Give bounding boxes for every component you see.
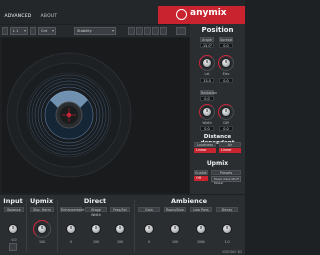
angle-label: Angle xyxy=(200,37,214,42)
edit-tool-icon[interactable] xyxy=(160,27,167,35)
direct-knob-0[interactable] xyxy=(66,224,76,234)
tool-button-2[interactable] xyxy=(136,27,143,35)
diff-label: Diff xyxy=(223,121,229,125)
direct-label-1: Stage Width xyxy=(85,207,107,217)
air-label: Air xyxy=(219,142,241,147)
ambience-knob-1[interactable] xyxy=(170,224,180,234)
width-knob[interactable] xyxy=(202,107,212,117)
radiation-label: Radiation xyxy=(200,90,218,95)
upmix-title: Upmix xyxy=(29,197,54,205)
divider-3 xyxy=(134,200,135,252)
azimuth-value[interactable]: 13.0 xyxy=(200,78,214,83)
upmix-shp-value: 100 xyxy=(38,240,46,244)
brand-logo-icon xyxy=(176,9,187,20)
ambience-knob-2[interactable] xyxy=(196,224,206,234)
panner-rings xyxy=(6,52,132,178)
direct-title: Direct xyxy=(83,197,107,205)
spread-knob[interactable] xyxy=(221,58,231,68)
ambience-label-1: Room/Size xyxy=(164,207,186,212)
direct-value-2: 100 xyxy=(116,240,124,244)
upmix-enable-toggle[interactable]: Off xyxy=(194,176,208,181)
loudness-select[interactable]: Linear xyxy=(194,148,216,153)
ambience-knob-0[interactable] xyxy=(144,224,154,234)
spread-label: Spread xyxy=(219,37,233,42)
divider-2 xyxy=(57,200,58,252)
input-balance-label: Balance xyxy=(4,207,24,212)
mode-select[interactable]: Stability xyxy=(74,27,116,35)
upmix-right-title: Upmix xyxy=(206,160,229,167)
brand-name: anymix xyxy=(190,8,227,18)
loudness-label: Loudness xyxy=(194,142,216,147)
ambience-label-3: Decay xyxy=(216,207,238,212)
tool-button-1[interactable] xyxy=(128,27,135,35)
elev-value[interactable]: 0.0 xyxy=(219,78,233,83)
width-value[interactable]: 0.0 xyxy=(200,126,214,131)
direct-value-0: 0 xyxy=(69,240,73,244)
tab-advanced[interactable]: ADVANCED xyxy=(3,12,33,21)
direct-knob-2[interactable] xyxy=(115,224,125,234)
input-lock-icon[interactable] xyxy=(9,243,17,251)
upmix-preset-select[interactable]: Music Dark Mix Model xyxy=(211,176,241,185)
line-tool-icon[interactable] xyxy=(152,27,159,35)
ambience-label-0: Gain xyxy=(138,207,160,212)
ambience-title: Ambience xyxy=(171,197,207,205)
input-balance-knob[interactable] xyxy=(8,224,18,234)
direct-knob-1[interactable] xyxy=(91,224,101,234)
prev-button[interactable] xyxy=(30,27,36,35)
track-select[interactable]: L 1 xyxy=(10,27,28,35)
panner-view[interactable] xyxy=(2,38,189,193)
width-label: Width xyxy=(202,121,212,125)
spread-value[interactable]: 0.0 xyxy=(219,43,233,48)
ambience-knob-3[interactable] xyxy=(222,224,232,234)
elev-label: Elev xyxy=(222,72,230,76)
direct-label-2: Freq/Sel xyxy=(110,207,130,212)
diff-value[interactable]: 0.0 xyxy=(219,126,233,131)
footer-brand: IOSONO 3D xyxy=(222,250,242,254)
ambience-value-0: 0 xyxy=(147,240,151,244)
menu-button[interactable] xyxy=(2,27,8,35)
radiation-value[interactable]: 0.0 xyxy=(200,96,214,101)
direct-label-0: Enhancement xyxy=(60,207,85,212)
input-title: Input xyxy=(3,197,23,205)
ambience-label-2: Low Pass xyxy=(190,207,212,212)
upmix-enable-label: Enable xyxy=(194,170,208,175)
air-select[interactable]: Linear xyxy=(219,148,241,153)
tab-about[interactable]: ABOUT xyxy=(36,12,62,21)
divider-1 xyxy=(26,200,27,252)
azimuth-label: Lat xyxy=(204,72,210,76)
ambience-value-3: 1.0 xyxy=(224,240,230,244)
settings-icon[interactable] xyxy=(176,27,186,35)
angle-value[interactable]: -15.0° xyxy=(200,43,214,48)
upmix-shp-knob[interactable] xyxy=(37,224,47,234)
angle-knob[interactable] xyxy=(202,58,212,68)
position-title: Position xyxy=(201,26,234,34)
input-balance-value: 0.0 xyxy=(11,238,17,242)
diff-knob[interactable] xyxy=(221,107,231,117)
ambience-value-2: 100k xyxy=(197,240,205,244)
upmix-shp-label: Shp. Harm xyxy=(30,207,54,212)
direct-value-1: 100 xyxy=(92,240,100,244)
pen-tool-icon[interactable] xyxy=(144,27,151,35)
upmix-presets-label: Presets xyxy=(211,170,241,175)
preset-select[interactable]: Cnt xyxy=(38,27,56,35)
ambience-value-1: 100 xyxy=(171,240,179,244)
